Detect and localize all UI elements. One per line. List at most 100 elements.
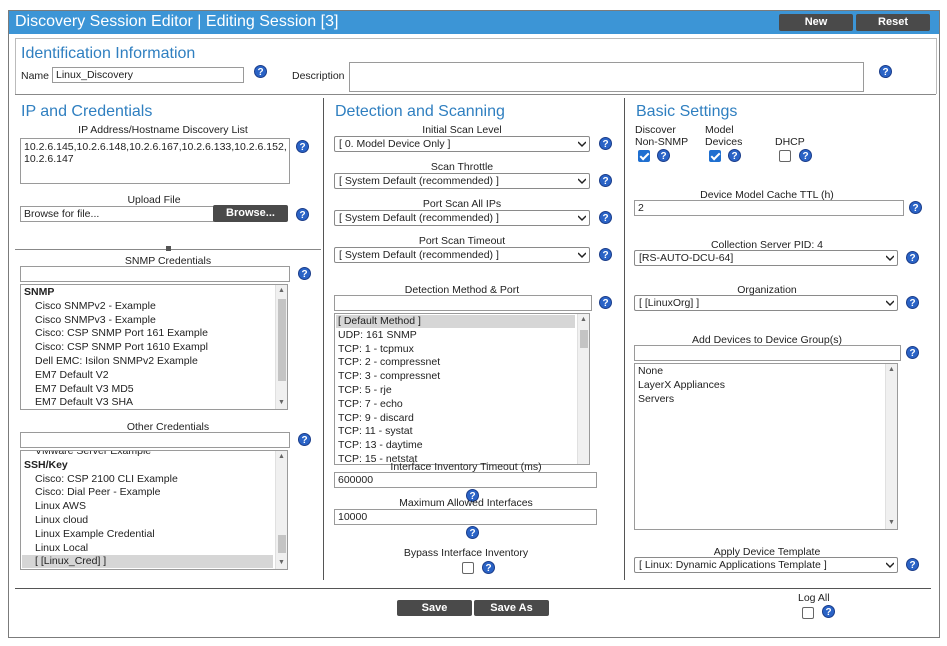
device-group-list[interactable]: Servers LayerX Appliances None ▲ ▼ <box>634 363 898 530</box>
save-button[interactable]: Save <box>397 600 472 616</box>
detection-method-filter[interactable] <box>334 295 592 311</box>
credential-item[interactable]: Dell EMC: Isilon SNMPv2 Example <box>35 355 198 368</box>
help-icon[interactable]: ? <box>909 201 922 214</box>
credential-item[interactable]: Linux AWS <box>35 500 86 513</box>
initial-scan-select[interactable]: [ 0. Model Device Only ] <box>334 136 590 152</box>
discover-non-snmp-label: Discover Non-SNMP <box>635 124 689 148</box>
help-icon[interactable]: ? <box>906 251 919 264</box>
help-icon[interactable]: ? <box>599 137 612 150</box>
credential-item[interactable]: Cisco SNMPv2 - Example <box>35 300 156 313</box>
detection-method-item[interactable]: TCP: 2 - compressnet <box>338 356 440 369</box>
divider <box>15 588 931 589</box>
scan-throttle-select[interactable]: [ System Default (recommended) ] <box>334 173 590 189</box>
model-devices-label: Model Devices <box>705 124 743 148</box>
device-template-value: [ Linux: Dynamic Applications Template ] <box>639 559 827 571</box>
scrollbar[interactable]: ▲ <box>577 314 589 464</box>
help-icon[interactable]: ? <box>298 267 311 280</box>
log-all-checkbox[interactable] <box>802 607 814 619</box>
collection-server-select[interactable]: [RS-AUTO-DCU-64] <box>634 250 898 266</box>
detection-method-item[interactable]: TCP: 7 - echo <box>338 398 403 411</box>
detection-method-item[interactable]: UDP: 161 SNMP <box>338 329 417 342</box>
credential-item[interactable]: Cisco: CSP SNMP Port 161 Example <box>35 327 208 340</box>
credential-item[interactable]: EM7 Default V2 <box>35 369 109 382</box>
credential-item[interactable]: Cisco: Dial Peer - Example <box>35 486 160 499</box>
help-icon[interactable]: ? <box>906 558 919 571</box>
detection-method-item[interactable]: [ Default Method ] <box>336 315 575 328</box>
device-group-item[interactable]: LayerX Appliances <box>638 379 725 392</box>
ip-credentials-heading: IP and Credentials <box>21 103 153 120</box>
other-filter-input[interactable] <box>20 432 290 448</box>
help-icon[interactable]: ? <box>466 526 479 539</box>
detection-method-item[interactable]: TCP: 1 - tcpmux <box>338 343 414 356</box>
save-as-button[interactable]: Save As <box>474 600 549 616</box>
help-icon[interactable]: ? <box>254 65 267 78</box>
name-input[interactable]: Linux_Discovery <box>52 67 244 83</box>
help-icon[interactable]: ? <box>799 149 812 162</box>
snmp-credentials-list[interactable]: EM7 Default V3 SHA EM7 Default V3 MD5 EM7 … <box>20 284 288 410</box>
detection-method-item[interactable]: TCP: 3 - compressnet <box>338 370 440 383</box>
device-group-filter[interactable] <box>634 345 901 361</box>
cache-ttl-input[interactable]: 2 <box>634 200 904 216</box>
credential-item[interactable]: Linux cloud <box>35 514 88 527</box>
credential-item[interactable]: SSH/Key <box>24 459 68 472</box>
help-icon[interactable]: ? <box>657 149 670 162</box>
credential-item[interactable]: [ [Linux_Cred] ] <box>22 555 273 569</box>
help-icon[interactable]: ? <box>822 605 835 618</box>
bypass-interface-checkbox[interactable] <box>462 562 474 574</box>
port-scan-all-select[interactable]: [ System Default (recommended) ] <box>334 210 590 226</box>
max-interfaces-input[interactable]: 10000 <box>334 509 597 525</box>
help-icon[interactable]: ? <box>879 65 892 78</box>
discover-non-snmp-checkbox[interactable] <box>638 150 650 162</box>
device-group-item[interactable]: None <box>638 365 663 378</box>
device-group-item[interactable]: Servers <box>638 393 674 406</box>
reset-button[interactable]: Reset <box>856 14 930 31</box>
credential-item[interactable]: VMware Server Example <box>35 451 151 458</box>
credential-item[interactable]: Cisco: CSP 2100 CLI Example <box>35 473 178 486</box>
help-icon[interactable]: ? <box>599 211 612 224</box>
scrollbar[interactable]: ▲ ▼ <box>275 285 287 409</box>
help-icon[interactable]: ? <box>482 561 495 574</box>
port-scan-timeout-select[interactable]: [ System Default (recommended) ] <box>334 247 590 263</box>
divider <box>15 38 936 39</box>
snmp-filter-input[interactable] <box>20 266 290 282</box>
upload-file-input[interactable]: Browse for file... <box>20 206 214 222</box>
scrollbar[interactable]: ▲ ▼ <box>275 451 287 569</box>
chevron-down-icon <box>578 178 586 185</box>
help-icon[interactable]: ? <box>728 149 741 162</box>
detection-method-list[interactable]: TCP: 15 - netstat TCP: 13 - daytime TCP: 1… <box>334 313 590 465</box>
credential-item[interactable]: Cisco SNMPv3 - Example <box>35 314 156 327</box>
model-devices-checkbox[interactable] <box>709 150 721 162</box>
detection-method-item[interactable]: TCP: 5 - rje <box>338 384 392 397</box>
resize-handle[interactable] <box>166 246 171 251</box>
credential-item[interactable]: EM7 Default V3 SHA <box>35 396 133 409</box>
title-bar: Discovery Session Editor | Editing Sessi… <box>9 11 939 34</box>
help-icon[interactable]: ? <box>296 208 309 221</box>
device-template-select[interactable]: [ Linux: Dynamic Applications Template ] <box>634 557 898 573</box>
browse-button[interactable]: Browse... <box>213 205 288 222</box>
help-icon[interactable]: ? <box>599 174 612 187</box>
scrollbar[interactable]: ▲ ▼ <box>885 364 897 529</box>
credential-item[interactable]: SNMP <box>24 286 54 299</box>
ip-list-textarea[interactable]: 10.2.6.145,10.2.6.148,10.2.6.167,10.2.6.… <box>20 138 290 184</box>
help-icon[interactable]: ? <box>906 346 919 359</box>
detection-method-item[interactable]: TCP: 9 - discard <box>338 412 414 425</box>
interface-timeout-input[interactable]: 600000 <box>334 472 597 488</box>
credential-item[interactable]: Linux Example Credential <box>35 528 155 541</box>
other-credentials-list[interactable]: [ [Linux_Cred] ] Linux Local Linux Example… <box>20 450 288 570</box>
help-icon[interactable]: ? <box>599 248 612 261</box>
description-input[interactable] <box>349 62 864 92</box>
organization-select[interactable]: [ [LinuxOrg] ] <box>634 295 898 311</box>
dhcp-checkbox[interactable] <box>779 150 791 162</box>
help-icon[interactable]: ? <box>298 433 311 446</box>
credential-item[interactable]: EM7 Default V3 MD5 <box>35 383 134 396</box>
bypass-interface-label: Bypass Interface Inventory <box>403 547 529 559</box>
credential-item[interactable]: Cisco: CSP SNMP Port 1610 Exampl <box>35 341 208 354</box>
detection-method-item[interactable]: TCP: 11 - systat <box>338 425 413 438</box>
new-button[interactable]: New <box>779 14 853 31</box>
credential-item[interactable]: Linux Local <box>35 542 88 555</box>
detection-method-item[interactable]: TCP: 13 - daytime <box>338 439 423 452</box>
help-icon[interactable]: ? <box>599 296 612 309</box>
detection-heading: Detection and Scanning <box>335 103 505 120</box>
help-icon[interactable]: ? <box>296 140 309 153</box>
help-icon[interactable]: ? <box>906 296 919 309</box>
